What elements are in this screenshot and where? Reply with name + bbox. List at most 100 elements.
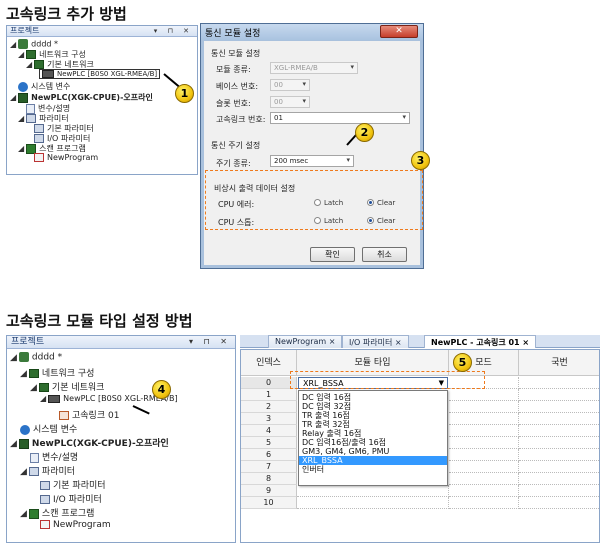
expand-arrow-icon[interactable]: ◢ bbox=[20, 369, 27, 379]
row-index-cell[interactable]: 5 bbox=[241, 437, 297, 449]
grid-cell[interactable] bbox=[449, 449, 519, 461]
tree-cpu-node[interactable]: ◢ NewPLC(XGK-CPUE)-오프라인 bbox=[10, 436, 169, 449]
tree-network-config[interactable]: ◢ 네트워크 구성 bbox=[20, 366, 94, 379]
grid-cell[interactable] bbox=[449, 425, 519, 437]
row-index-cell[interactable]: 9 bbox=[241, 485, 297, 497]
expand-arrow-icon[interactable]: ◢ bbox=[10, 40, 16, 49]
tab-close-icon[interactable]: × bbox=[395, 338, 402, 347]
dialog-close-button[interactable]: ✕ bbox=[380, 25, 418, 38]
expand-arrow-icon[interactable]: ◢ bbox=[10, 353, 17, 363]
tree-variables[interactable]: 변수/설명 bbox=[30, 450, 78, 463]
tree-scan-program[interactable]: ◢ 스캔 프로그램 bbox=[20, 506, 94, 519]
ok-button[interactable]: 확인 bbox=[310, 247, 355, 262]
row-index-cell[interactable]: 8 bbox=[241, 473, 297, 485]
tree-highspeed-link-01[interactable]: 고속링크 01 bbox=[59, 408, 119, 421]
grid-cell[interactable] bbox=[449, 497, 519, 509]
tree-cpu-node[interactable]: ◢ NewPLC(XGK-CPUE)-오프라인 bbox=[10, 92, 153, 103]
network-icon bbox=[28, 369, 39, 378]
row-index-cell[interactable]: 2 bbox=[241, 401, 297, 413]
tree-basic-parameter[interactable]: 기본 파라미터 bbox=[40, 478, 106, 491]
row-index-cell[interactable]: 10 bbox=[241, 497, 297, 509]
expand-arrow-icon[interactable]: ◢ bbox=[20, 467, 27, 477]
tab-close-icon[interactable]: × bbox=[329, 337, 336, 346]
grid-cell[interactable] bbox=[297, 485, 449, 497]
io-parameter-icon bbox=[34, 134, 44, 143]
expand-arrow-icon[interactable]: ◢ bbox=[18, 50, 24, 59]
grid-cell[interactable] bbox=[519, 389, 599, 401]
expand-arrow-icon[interactable]: ◢ bbox=[18, 144, 24, 153]
link-number-combo[interactable]: 01 ▾ bbox=[270, 112, 410, 124]
grid-cell[interactable] bbox=[449, 437, 519, 449]
bottom-project-tree: 프로젝트 ▾ ⊓ ✕ ◢ dddd * ◢ 네트워크 구성 ◢ 기본 네트워크 ◢ Ne… bbox=[6, 335, 236, 543]
grid-cell[interactable] bbox=[449, 401, 519, 413]
grid-cell[interactable] bbox=[519, 425, 599, 437]
grid-cell[interactable] bbox=[449, 473, 519, 485]
cancel-button[interactable]: 취소 bbox=[362, 247, 407, 262]
tree-project-root[interactable]: ◢ dddd * bbox=[10, 352, 62, 363]
bottom-tree-window-controls[interactable]: ▾ ⊓ ✕ bbox=[189, 336, 231, 348]
grid-cell[interactable] bbox=[449, 413, 519, 425]
row-index-cell[interactable]: 1 bbox=[241, 389, 297, 401]
chevron-down-icon: ▾ bbox=[350, 63, 354, 71]
grid-cell[interactable] bbox=[519, 485, 599, 497]
tab-new-program[interactable]: NewProgram × bbox=[268, 335, 343, 348]
row-index-cell[interactable]: 3 bbox=[241, 413, 297, 425]
dropdown-option[interactable]: 인버터 bbox=[299, 465, 447, 474]
tree-system-variables[interactable]: 시스템 변수 bbox=[20, 422, 77, 435]
grid-cell[interactable] bbox=[519, 413, 599, 425]
grid-cell[interactable] bbox=[519, 437, 599, 449]
expand-arrow-icon[interactable]: ◢ bbox=[18, 114, 24, 123]
tab-highspeed-link-01[interactable]: NewPLC - 고속링크 01 × bbox=[424, 335, 537, 348]
row-index-cell[interactable]: 7 bbox=[241, 461, 297, 473]
period-type-label: 주기 종류: bbox=[216, 159, 251, 168]
top-tree-window-controls[interactable]: ▾ ⊓ ✕ bbox=[154, 26, 193, 36]
grid-cell[interactable] bbox=[449, 461, 519, 473]
expand-arrow-icon[interactable]: ◢ bbox=[10, 439, 17, 449]
grid-cell[interactable] bbox=[519, 449, 599, 461]
expand-arrow-icon[interactable]: ◢ bbox=[20, 509, 27, 519]
parameter-icon bbox=[40, 481, 50, 490]
cpu-icon bbox=[18, 438, 29, 449]
row-index-cell[interactable]: 4 bbox=[241, 425, 297, 437]
expand-arrow-icon[interactable]: ◢ bbox=[26, 60, 32, 69]
plc-module-icon bbox=[42, 70, 54, 78]
grid-cell[interactable] bbox=[519, 461, 599, 473]
top-project-tree: 프로젝트 ▾ ⊓ ✕ ◢ dddd * ◢ 네트워크 구성 ◢ 기본 네트워크 New… bbox=[6, 25, 198, 175]
row-index-cell[interactable]: 0 bbox=[241, 377, 297, 389]
dropdown-option[interactable]: TR 출력 16점 bbox=[299, 411, 447, 420]
dropdown-option[interactable]: DC 입력 32점 bbox=[299, 402, 447, 411]
tree-system-variables[interactable]: 시스템 변수 bbox=[18, 81, 70, 92]
grid-cell[interactable] bbox=[449, 485, 519, 497]
network-icon bbox=[34, 60, 45, 69]
grid-cell[interactable] bbox=[519, 473, 599, 485]
expand-arrow-icon[interactable]: ◢ bbox=[30, 383, 37, 393]
dropdown-option[interactable]: TR 출력 32점 bbox=[299, 420, 447, 429]
tree-new-program[interactable]: NewProgram bbox=[34, 153, 98, 162]
row-index-cell[interactable]: 6 bbox=[241, 449, 297, 461]
program-icon bbox=[40, 520, 50, 529]
base-number-label: 베이스 번호: bbox=[216, 82, 259, 91]
grid-cell[interactable] bbox=[519, 497, 599, 509]
dropdown-option-selected[interactable]: XRL_BSSA bbox=[299, 456, 447, 465]
grid-cell[interactable] bbox=[449, 389, 519, 401]
tree-newplc-module[interactable]: NewPLC [B0S0 XGL-RMEA/B] bbox=[39, 69, 161, 79]
tab-close-icon[interactable]: × bbox=[522, 338, 529, 347]
dropdown-option[interactable]: Relay 출력 16점 bbox=[299, 429, 447, 438]
grid-cell[interactable] bbox=[519, 401, 599, 413]
tree-io-parameter[interactable]: I/O 파라미터 bbox=[40, 492, 102, 505]
dropdown-option[interactable]: DC 입력16점/출력 16점 bbox=[299, 438, 447, 447]
parameter-folder-icon bbox=[26, 114, 37, 123]
grid-cell[interactable] bbox=[519, 377, 599, 389]
tree-parameters[interactable]: ◢ 파라미터 bbox=[20, 464, 75, 477]
expand-arrow-icon[interactable]: ◢ bbox=[40, 394, 46, 403]
dropdown-option[interactable]: GM3, GM4, GM6, PMU bbox=[299, 447, 447, 456]
grid-cell[interactable] bbox=[297, 497, 449, 509]
period-type-combo[interactable]: 200 msec ▾ bbox=[270, 155, 354, 167]
tab-io-parameter[interactable]: I/O 파라미터 × bbox=[342, 335, 409, 348]
tree-new-program[interactable]: NewProgram bbox=[40, 520, 111, 530]
expand-arrow-icon[interactable]: ◢ bbox=[10, 93, 16, 102]
dropdown-option[interactable]: DC 입력 16점 bbox=[299, 393, 447, 402]
chevron-down-icon: ▾ bbox=[302, 80, 306, 88]
tree-project-root[interactable]: ◢ dddd * bbox=[10, 39, 58, 49]
tree-basic-network[interactable]: ◢ 기본 네트워크 bbox=[30, 380, 104, 393]
